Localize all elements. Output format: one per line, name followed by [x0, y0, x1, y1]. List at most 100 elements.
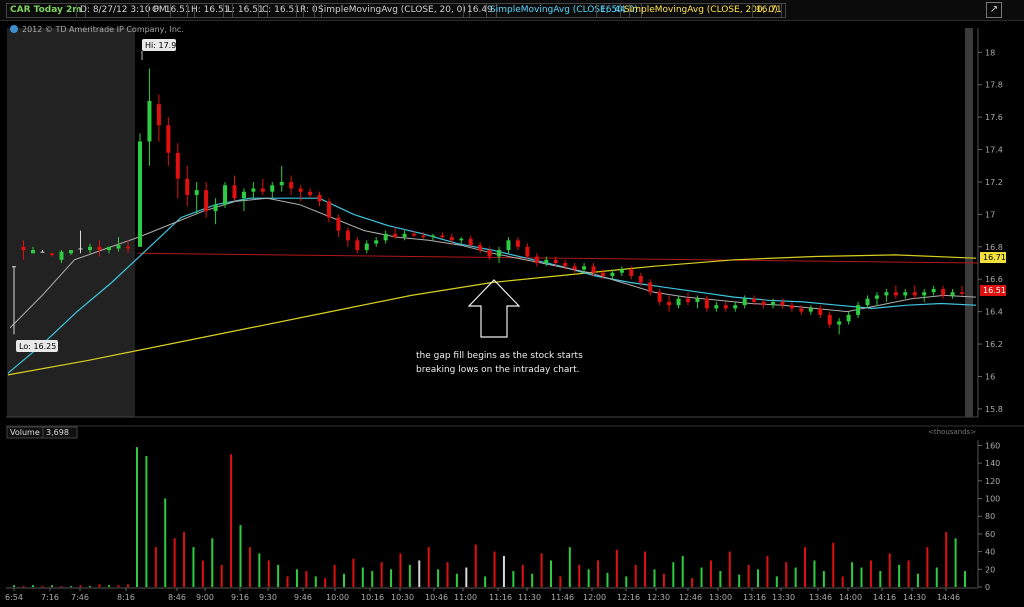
volume-bar: [935, 567, 938, 587]
volume-bar: [898, 564, 901, 587]
price-tick-label: 17.6: [985, 113, 1003, 122]
volume-units: <thousands>: [928, 428, 976, 436]
volume-bar: [841, 576, 844, 587]
volume-bar: [851, 562, 854, 587]
candle-body: [742, 298, 747, 306]
volume-bar: [775, 576, 778, 587]
candle-body: [78, 248, 83, 250]
volume-bar: [277, 564, 280, 587]
volume-tick-label: 60: [985, 530, 995, 539]
candle-body: [194, 190, 199, 195]
volume-bar: [295, 569, 298, 587]
volume-bar: [502, 556, 505, 587]
volume-bar: [681, 556, 684, 587]
volume-bar: [653, 569, 656, 587]
candle-body: [31, 250, 35, 254]
volume-bar: [32, 585, 34, 587]
candle-body: [619, 269, 624, 273]
volume-bar: [446, 562, 449, 587]
candle-body: [534, 256, 539, 264]
volume-bar: [597, 560, 600, 587]
time-tick-label: 10:46: [425, 593, 448, 602]
candle-body: [289, 181, 294, 189]
candle-body: [175, 152, 180, 179]
candle-body: [884, 292, 889, 296]
candle-body: [88, 246, 92, 251]
candle-body: [723, 305, 728, 309]
candle-body: [950, 292, 955, 296]
sma200-price-tag-text: 16.71: [983, 253, 1006, 262]
candle-body: [298, 188, 303, 192]
volume-bar: [606, 572, 609, 587]
candle-body: [818, 308, 823, 315]
candle-body: [695, 298, 700, 302]
candle-body: [941, 288, 946, 296]
candle-body: [506, 240, 511, 251]
reference-line: [137, 252, 979, 264]
volume-bar: [408, 564, 411, 587]
price-tick-label: 16.6: [985, 275, 1003, 284]
volume-bar: [907, 560, 910, 587]
volume-bar: [333, 564, 336, 587]
candle-body: [515, 240, 520, 247]
candle-body: [459, 238, 464, 241]
time-tick-label: 11:00: [454, 593, 477, 602]
time-axis: 6:54 7:16 7:46 8:16 8:46 9:00 9:16 9:30 9:46 10:0…: [5, 588, 960, 602]
volume-bar: [813, 560, 816, 587]
volume-bar: [804, 547, 807, 587]
volume-bar: [455, 573, 458, 587]
candle-body: [553, 259, 558, 264]
candle-body: [600, 272, 605, 276]
time-tick-label: 13:16: [743, 593, 766, 602]
volume-bar: [531, 573, 534, 587]
volume-bar: [145, 456, 148, 587]
candle-body: [260, 188, 265, 192]
info-icon[interactable]: [10, 25, 18, 33]
volume-bar: [211, 538, 214, 587]
volume-bar: [258, 553, 261, 587]
time-tick-label: 14:30: [903, 593, 926, 602]
volume-bar: [98, 584, 101, 587]
candle-body: [686, 298, 690, 302]
candle-body: [317, 194, 322, 202]
candle-body: [355, 240, 360, 251]
time-tick-label: 12:46: [679, 593, 702, 602]
volume-bar: [916, 573, 919, 587]
volume-bar: [879, 571, 882, 587]
time-tick-label: 13:00: [709, 593, 732, 602]
candle-body: [865, 298, 870, 306]
volume-bar: [41, 586, 44, 588]
candle-body: [912, 292, 917, 296]
volume-bar: [822, 571, 825, 587]
time-tick-label: 10:16: [361, 593, 384, 602]
volume-bar: [550, 560, 552, 587]
volume-bar: [954, 538, 957, 587]
candle-body: [752, 298, 757, 302]
volume-bar: [625, 576, 628, 587]
right-scroll-strip[interactable]: [965, 28, 973, 417]
candle-body: [374, 240, 379, 244]
price-tick-label: 16.4: [985, 308, 1003, 317]
volume-bar: [945, 532, 948, 587]
candle-body: [808, 308, 813, 312]
volume-tick-label: 160: [985, 441, 1000, 450]
candle-body: [185, 178, 190, 195]
volume-bar: [474, 544, 477, 587]
candle-body: [846, 314, 851, 322]
volume-bar: [164, 498, 167, 587]
volume-bar: [108, 585, 110, 587]
candle-body: [364, 243, 369, 251]
volume-bar: [794, 567, 797, 587]
volume-tick-label: 80: [985, 512, 995, 521]
candle-body: [676, 298, 681, 306]
time-tick-label: 11:46: [551, 593, 574, 602]
candle-body: [12, 266, 16, 268]
sma20-line: [9, 197, 977, 329]
volume-bar: [709, 560, 712, 587]
volume-bar: [154, 547, 157, 587]
candle-body: [402, 233, 407, 238]
candle-body: [59, 251, 64, 260]
volume-bar: [352, 558, 355, 587]
volume-tick-label: 120: [985, 477, 1000, 486]
candle-body: [874, 295, 879, 299]
